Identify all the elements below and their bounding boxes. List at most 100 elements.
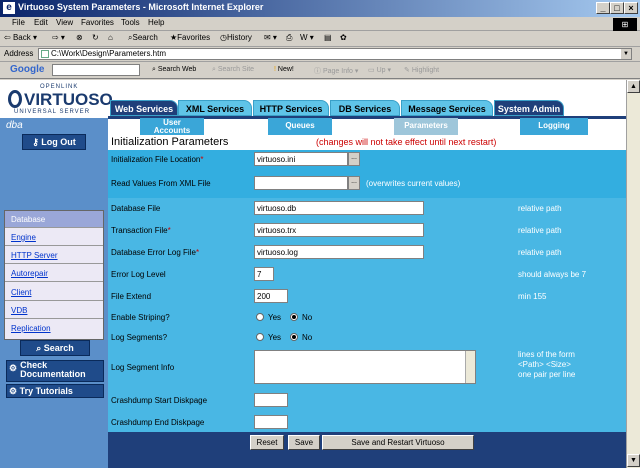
error-log-file-input[interactable]	[254, 245, 424, 259]
window-title-bar: e Virtuoso System Parameters - Microsoft…	[0, 0, 640, 17]
error-log-file-label: Database Error Log File*	[111, 248, 200, 257]
save-button[interactable]: Save	[288, 435, 320, 450]
menu-file[interactable]: File	[12, 18, 25, 27]
subtab-user-accounts[interactable]: User Accounts	[140, 118, 204, 135]
messenger-icon[interactable]: ✿	[340, 33, 347, 42]
transaction-file-input[interactable]	[254, 223, 424, 237]
init-file-browse-button[interactable]: ...	[348, 152, 360, 166]
google-up-button[interactable]: ▭ Up ▾	[368, 66, 391, 74]
log-segments-yes-label: Yes	[268, 333, 282, 342]
menu-help[interactable]: Help	[148, 18, 164, 27]
transaction-file-hint: relative path	[518, 226, 562, 235]
error-log-file-hint: relative path	[518, 248, 562, 257]
key-icon: ⚷	[32, 137, 39, 147]
logo-universal-text: UNIVERSAL SERVER	[14, 109, 91, 115]
try-tutorials-button[interactable]: ⚙ Try Tutorials	[6, 384, 104, 398]
edit-icon[interactable]: W ▾	[300, 33, 314, 42]
menu-edit[interactable]: Edit	[34, 18, 48, 27]
subtab-logging[interactable]: Logging	[520, 118, 588, 135]
striping-no-label: No	[302, 313, 313, 322]
window-title: Virtuoso System Parameters - Microsoft I…	[18, 2, 264, 12]
init-file-label: Initialization File Location*	[111, 155, 204, 164]
form-button-bar: Reset Save Save and Restart Virtuoso	[108, 432, 626, 468]
google-logo[interactable]: Google	[10, 64, 44, 75]
menu-view[interactable]: View	[56, 18, 73, 27]
log-segments-yes-radio[interactable]	[256, 333, 264, 341]
scroll-down-arrow-icon[interactable]: ▼	[627, 454, 640, 467]
init-file-input[interactable]	[254, 152, 348, 166]
tab-message-services[interactable]: Message Services	[401, 100, 493, 116]
discuss-icon[interactable]: ▤	[324, 33, 332, 42]
print-icon[interactable]: ⎙	[286, 33, 292, 43]
log-segments-label: Log Segments?	[111, 333, 168, 342]
sidebar-item-replication[interactable]: Replication	[5, 320, 103, 337]
tab-db-services[interactable]: DB Services	[330, 100, 400, 116]
scroll-up-arrow-icon[interactable]: ▲	[627, 80, 640, 93]
history-button[interactable]: ◷History	[220, 33, 252, 42]
file-extend-input[interactable]	[254, 289, 288, 303]
windows-logo-icon: ⊞	[613, 18, 637, 31]
textarea-scrollbar[interactable]	[465, 351, 475, 383]
sidebar-item-vdb[interactable]: VDB	[5, 302, 103, 319]
database-file-input[interactable]	[254, 201, 424, 215]
crashdump-start-input[interactable]	[254, 393, 288, 407]
restart-notice: (changes will not take effect until next…	[316, 137, 497, 147]
page-scrollbar[interactable]: ▲ ▼	[626, 80, 640, 468]
search-site-icon: ⌕	[212, 66, 216, 73]
save-and-restart-button[interactable]: Save and Restart Virtuoso	[322, 435, 474, 450]
google-page-info-button[interactable]: ⓘ Page Info ▾	[314, 66, 358, 76]
folder-icon: ▭	[368, 67, 375, 74]
google-toolbar: Google ⌕ Search Web ⌕ Search Site ! New!…	[0, 62, 640, 79]
subtab-queues[interactable]: Queues	[268, 118, 332, 135]
refresh-icon[interactable]: ↻	[92, 33, 99, 42]
logout-button[interactable]: ⚷ Log Out	[22, 134, 86, 150]
transaction-file-label: Transaction File*	[111, 226, 171, 235]
address-bar: Address C:\Work\Design\Parameters.htm ▼	[0, 47, 640, 62]
favorites-button[interactable]: ★Favorites	[170, 33, 210, 42]
tab-system-admin[interactable]: System Admin	[494, 100, 564, 116]
maximize-button[interactable]: □	[610, 2, 624, 14]
back-arrow-icon: ⇦	[4, 33, 11, 42]
sidebar-item-autorepair[interactable]: Autorepair	[5, 265, 103, 282]
minimize-button[interactable]: _	[596, 2, 610, 14]
read-xml-input[interactable]	[254, 176, 348, 190]
subtab-parameters[interactable]: Parameters	[394, 118, 458, 135]
forward-button[interactable]: ⇨ ▾	[52, 33, 65, 42]
google-search-input[interactable]	[52, 64, 140, 76]
log-segment-info-textarea[interactable]	[254, 350, 476, 384]
sidebar-item-client[interactable]: Client	[5, 284, 103, 301]
google-search-web-button[interactable]: ⌕ Search Web	[152, 66, 196, 74]
tab-xml-services[interactable]: XML Services	[178, 100, 252, 116]
menu-favorites[interactable]: Favorites	[81, 18, 114, 27]
sidebar-item-engine[interactable]: Engine	[5, 229, 103, 246]
reset-button[interactable]: Reset	[250, 435, 284, 450]
log-segments-no-radio[interactable]	[290, 333, 298, 341]
mail-icon[interactable]: ✉ ▾	[264, 33, 277, 42]
crashdump-end-input[interactable]	[254, 415, 288, 429]
check-documentation-button[interactable]: ⚙ Check Documentation	[6, 360, 104, 382]
google-search-site-button[interactable]: ⌕ Search Site	[212, 66, 254, 74]
database-file-hint: relative path	[518, 204, 562, 213]
address-input[interactable]: C:\Work\Design\Parameters.htm ▼	[38, 48, 632, 60]
search-button[interactable]: ⌕Search	[128, 33, 158, 43]
sidebar-item-http-server[interactable]: HTTP Server	[5, 247, 103, 264]
tab-http-services[interactable]: HTTP Services	[253, 100, 329, 116]
tab-web-services[interactable]: Web Services	[110, 100, 178, 116]
check-doc-line2: Documentation	[20, 369, 86, 379]
read-xml-browse-button[interactable]: ...	[348, 176, 360, 190]
google-highlight-button[interactable]: ✎ Highlight	[404, 66, 439, 74]
striping-no-radio[interactable]	[290, 313, 298, 321]
address-dropdown-icon[interactable]: ▼	[621, 49, 631, 59]
menu-tools[interactable]: Tools	[121, 18, 140, 27]
error-log-level-input[interactable]	[254, 267, 274, 281]
sidebar-item-database[interactable]: Database	[5, 211, 103, 228]
history-icon: ◷	[220, 33, 227, 42]
stop-icon[interactable]: ⊗	[76, 33, 83, 42]
search-sidebar-button[interactable]: ⌕ Search	[20, 340, 90, 356]
back-button[interactable]: ⇦ Back ▾	[4, 33, 37, 42]
google-new-button[interactable]: ! New!	[274, 66, 294, 73]
home-icon[interactable]: ⌂	[108, 33, 113, 42]
striping-yes-radio[interactable]	[256, 313, 264, 321]
log-segments-no-label: No	[302, 333, 313, 342]
close-button[interactable]: ×	[624, 2, 638, 14]
